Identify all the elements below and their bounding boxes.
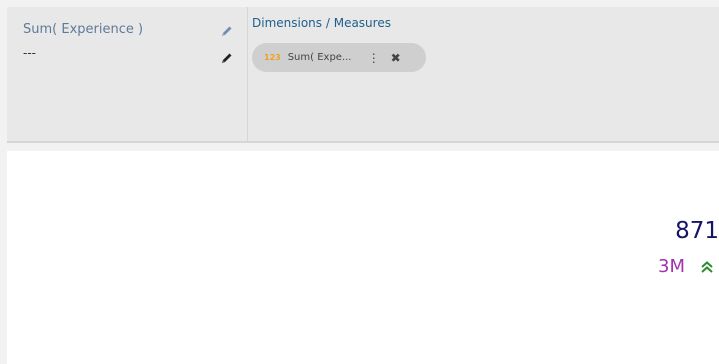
kpi-comparison: 3M	[658, 258, 714, 276]
measure-value: ---	[23, 46, 36, 60]
dimensions-measures-column: Dimensions / Measures 123 Sum( Expe... ⋮…	[252, 7, 719, 141]
measure-chip-label: Sum( Expe...	[287, 52, 352, 63]
kpi-value: 871	[675, 218, 719, 244]
kebab-menu-icon[interactable]: ⋮	[365, 52, 383, 64]
edit-title-pencil-icon[interactable]	[220, 24, 234, 38]
double-chevron-up-icon	[701, 261, 713, 273]
numeric-type-icon: 123	[264, 53, 281, 62]
edit-value-pencil-icon[interactable]	[220, 51, 234, 65]
dimensions-measures-title: Dimensions / Measures	[252, 16, 391, 30]
config-panel: Sum( Experience ) --- Dimensions / Measu…	[7, 7, 719, 143]
measure-chip[interactable]: 123 Sum( Expe... ⋮ ✖	[252, 43, 426, 72]
measure-column: Sum( Experience ) ---	[7, 7, 248, 141]
measure-title: Sum( Experience )	[23, 22, 144, 37]
close-icon[interactable]: ✖	[387, 52, 405, 64]
kpi-widget-editor: Sum( Experience ) --- Dimensions / Measu…	[0, 0, 719, 364]
kpi-comparison-value: 3M	[658, 256, 685, 277]
kpi-preview: 871 3M	[7, 151, 719, 364]
